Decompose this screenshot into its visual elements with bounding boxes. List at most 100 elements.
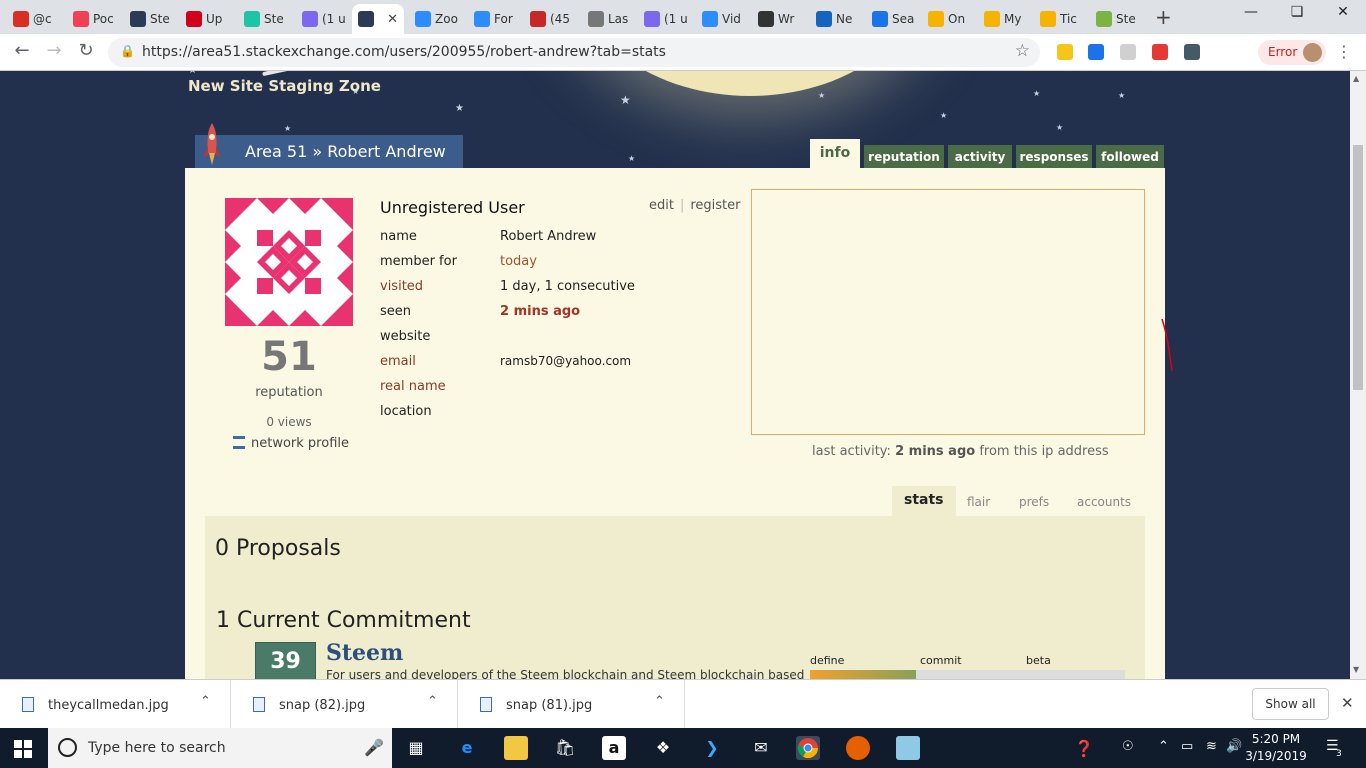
- star-decoration: ★: [188, 71, 197, 76]
- people-icon[interactable]: ☉: [1122, 739, 1134, 754]
- browser-tab[interactable]: Wr: [752, 4, 808, 34]
- edge-icon[interactable]: e: [455, 736, 479, 760]
- close-tab-icon[interactable]: ✕: [387, 12, 398, 27]
- browser-tab[interactable]: Ste: [238, 4, 294, 34]
- stats-content: 0 Proposals 1 Current Commitment 39 Stee…: [205, 516, 1145, 679]
- forward-button[interactable]: →: [42, 40, 66, 61]
- browser-tab[interactable]: For: [468, 4, 522, 34]
- firefox-icon[interactable]: [846, 736, 870, 760]
- tab-reputation[interactable]: reputation: [864, 145, 944, 169]
- zoom-icon: [702, 11, 718, 27]
- browser-tab[interactable]: (1 u: [296, 4, 350, 34]
- taskbar-search[interactable]: Type here to search 🎤: [48, 728, 392, 768]
- reputation-score[interactable]: 51: [225, 334, 353, 380]
- wifi-icon[interactable]: ≋: [1206, 739, 1217, 754]
- scroll-down-icon[interactable]: ▼: [1353, 665, 1359, 674]
- chevron-up-icon[interactable]: ⌃: [427, 694, 438, 709]
- browser-tab[interactable]: Sea: [866, 4, 920, 34]
- chrome-icon[interactable]: [796, 736, 820, 760]
- tab-prefs[interactable]: prefs: [1019, 495, 1049, 509]
- tab-accounts[interactable]: accounts: [1077, 495, 1131, 509]
- browser-tab-label: Wr: [778, 12, 795, 26]
- browser-tab[interactable]: (45: [524, 4, 580, 34]
- commitment-site-link[interactable]: Steem: [326, 640, 403, 666]
- browser-tab[interactable]: On: [922, 4, 976, 34]
- browser-tab[interactable]: Poc: [67, 4, 122, 34]
- help-icon[interactable]: ❓: [1074, 739, 1094, 758]
- tab-stats[interactable]: stats: [892, 486, 956, 516]
- browser-tab[interactable]: ✕: [352, 4, 404, 34]
- breadcrumb-text[interactable]: Area 51 » Robert Andrew: [245, 142, 446, 161]
- address-bar[interactable]: 🔒 https://area51.stackexchange.com/users…: [108, 38, 1040, 67]
- phase-beta-label: beta: [1026, 654, 1051, 667]
- browser-tab-strip: @c Poc Ste Up Ste (1 u ✕ Zoo For (45 Las (1 u Vid Wr N…: [0, 0, 1366, 34]
- chevron-up-icon[interactable]: ⌃: [654, 694, 665, 709]
- minimize-button[interactable]: —: [1228, 4, 1274, 20]
- task-view-icon[interactable]: ▦: [404, 736, 428, 760]
- back-button[interactable]: ←: [10, 40, 34, 61]
- battery-icon[interactable]: ▭: [1181, 739, 1193, 754]
- taskbar-search-placeholder[interactable]: Type here to search: [88, 740, 226, 756]
- browser-tab[interactable]: Ste: [124, 4, 178, 34]
- browser-tab[interactable]: Ste: [1090, 4, 1146, 34]
- windows-start-icon[interactable]: [14, 740, 32, 758]
- download-item[interactable]: snap (81).jpg ⌃: [458, 680, 685, 729]
- app-icon: [1040, 11, 1056, 27]
- extension-download-icon[interactable]: [1088, 44, 1104, 60]
- bookmark-star-icon[interactable]: ☆: [1015, 41, 1030, 61]
- extension-youtube-icon[interactable]: [1152, 44, 1168, 60]
- volume-icon[interactable]: 🔊: [1226, 739, 1242, 754]
- browser-tab[interactable]: My: [978, 4, 1032, 34]
- edit-link[interactable]: edit: [649, 198, 674, 213]
- tab-responses[interactable]: responses: [1016, 145, 1092, 169]
- chevron-up-icon[interactable]: ⌃: [200, 694, 211, 709]
- browser-tab[interactable]: Up: [180, 4, 236, 34]
- browser-tab[interactable]: Vid: [696, 4, 750, 34]
- browser-tab[interactable]: Las: [582, 4, 636, 34]
- user-type-title: Unregistered User: [380, 198, 525, 217]
- register-link[interactable]: register: [690, 198, 740, 213]
- scrollbar-thumb[interactable]: [1353, 145, 1363, 390]
- browser-tab[interactable]: (1 u: [638, 4, 694, 34]
- menu-kebab-icon[interactable]: ⋮: [1336, 42, 1352, 61]
- reload-button[interactable]: ↻: [74, 40, 98, 61]
- url-text[interactable]: https://area51.stackexchange.com/users/2…: [142, 44, 666, 60]
- microphone-icon[interactable]: 🎤: [364, 738, 384, 757]
- close-downloads-icon[interactable]: ✕: [1341, 694, 1354, 712]
- browser-tab[interactable]: Zoo: [409, 4, 466, 34]
- new-tab-button[interactable]: +: [1155, 5, 1172, 29]
- download-item[interactable]: theycallmedan.jpg ⌃: [0, 680, 231, 729]
- tab-flair[interactable]: flair: [967, 495, 990, 509]
- mail-icon[interactable]: ✉: [749, 736, 773, 760]
- field-key-member-for: member for: [380, 254, 457, 269]
- file-explorer-icon[interactable]: [504, 736, 528, 760]
- scroll-up-icon[interactable]: ▲: [1353, 74, 1359, 83]
- notepad-icon[interactable]: [896, 736, 920, 760]
- amazon-icon[interactable]: a: [602, 736, 626, 760]
- show-all-downloads-button[interactable]: Show all: [1252, 688, 1329, 720]
- network-profile-link[interactable]: network profile: [233, 436, 349, 451]
- browser-tab[interactable]: @c: [7, 4, 65, 34]
- extension-screen-icon[interactable]: [1184, 44, 1200, 60]
- vscode-icon[interactable]: ❯: [700, 736, 724, 760]
- tab-info[interactable]: info: [810, 139, 860, 169]
- extension-feather-icon[interactable]: [1120, 44, 1136, 60]
- page-scrollbar[interactable]: ▲ ▼: [1350, 71, 1366, 679]
- taskbar-clock[interactable]: 5:20 PM 3/19/2019: [1244, 731, 1308, 765]
- field-key-location: location: [380, 404, 432, 419]
- restore-button[interactable]: ❏: [1274, 4, 1320, 20]
- browser-tab[interactable]: Ne: [810, 4, 864, 34]
- store-icon[interactable]: 🛍: [553, 736, 577, 760]
- commitment-score-badge[interactable]: 39: [255, 642, 316, 679]
- tab-activity[interactable]: activity: [948, 145, 1012, 169]
- profile-error-button[interactable]: Error: [1258, 40, 1326, 65]
- staging-zone-title[interactable]: New Site Staging Zone: [188, 77, 381, 95]
- about-me-box: [751, 189, 1145, 435]
- download-item[interactable]: snap (82).jpg ⌃: [231, 680, 458, 729]
- dropbox-icon[interactable]: ❖: [651, 736, 675, 760]
- chevron-up-icon[interactable]: ⌃: [1158, 739, 1169, 754]
- close-window-button[interactable]: ✕: [1320, 4, 1366, 20]
- tab-followed[interactable]: followed: [1096, 145, 1164, 169]
- browser-tab[interactable]: Tic: [1034, 4, 1088, 34]
- extension-pen-icon[interactable]: [1057, 44, 1073, 60]
